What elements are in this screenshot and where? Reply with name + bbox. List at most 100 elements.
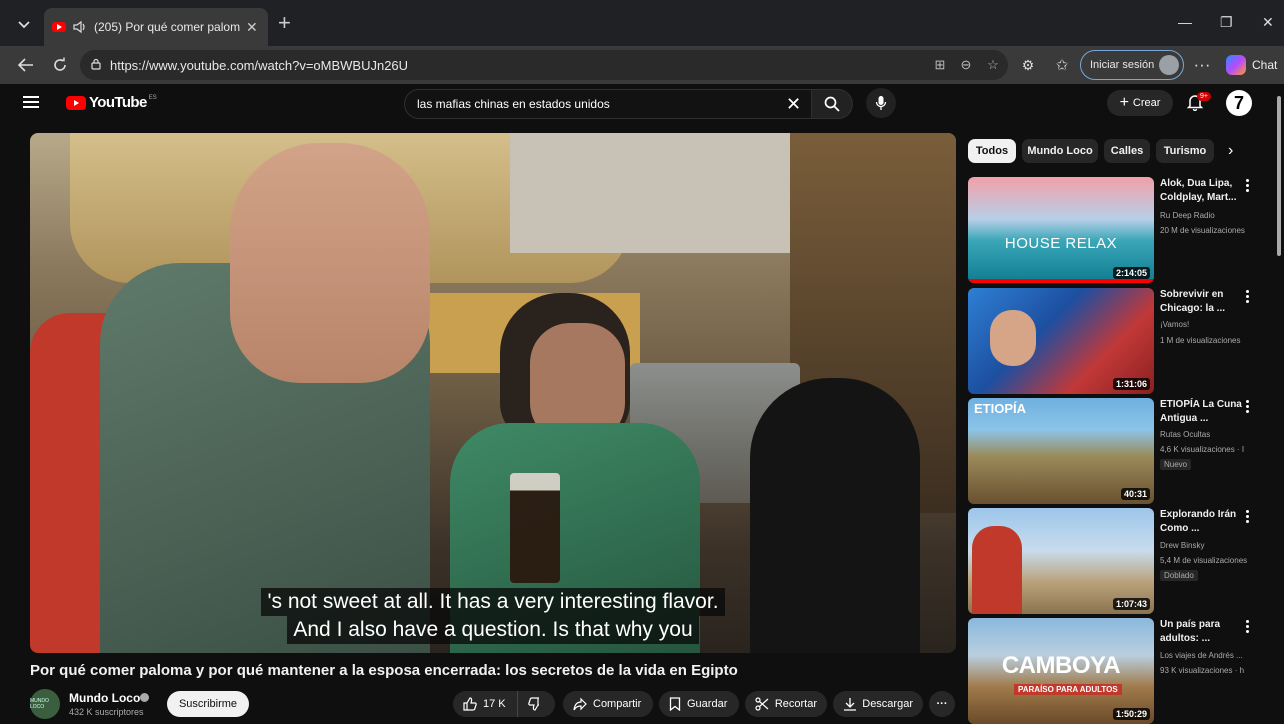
- video-duration: 1:50:29: [1112, 708, 1150, 720]
- menu-icon[interactable]: [23, 96, 39, 108]
- subscribe-button[interactable]: Suscribirme: [167, 691, 249, 717]
- scrollbar-thumb[interactable]: [1277, 96, 1281, 256]
- background-building: [510, 133, 810, 253]
- recommendation-views: 5,4 M de visualizaciones: [1160, 556, 1248, 565]
- scissors-icon: [755, 697, 769, 711]
- more-actions-button[interactable]: ···: [929, 691, 955, 717]
- man-head: [230, 143, 430, 383]
- recommendation-title[interactable]: Explorando Irán Como ...: [1160, 508, 1244, 536]
- youtube-logo[interactable]: YouTube ES: [66, 94, 157, 111]
- channel-name[interactable]: Mundo Loco: [69, 691, 140, 705]
- bookmark-icon: [669, 697, 681, 711]
- video-duration: 1:07:43: [1112, 598, 1150, 610]
- recommendation-channel[interactable]: Drew Binsky: [1160, 541, 1204, 550]
- logo-text: YouTube: [89, 94, 147, 111]
- like-button[interactable]: 17 K: [453, 691, 517, 717]
- recommendation-channel[interactable]: Ru Deep Radio: [1160, 211, 1215, 220]
- chip-calles[interactable]: Calles: [1104, 139, 1150, 163]
- more-vert-icon[interactable]: [1246, 510, 1250, 524]
- back-arrow-icon[interactable]: [16, 55, 36, 75]
- thumbnail-text: CAMBOYA: [1001, 652, 1121, 679]
- download-button[interactable]: Descargar: [833, 691, 923, 717]
- dislike-button[interactable]: [517, 691, 555, 717]
- recommendation-title[interactable]: Alok, Dua Lipa, Coldplay, Mart...: [1160, 177, 1244, 205]
- dubbed-badge: Doblado: [1160, 570, 1198, 581]
- window-close-icon[interactable]: ✕: [1262, 14, 1274, 31]
- copilot-chat-button[interactable]: Chat: [1226, 52, 1282, 78]
- recommendation-channel[interactable]: ¡Vamos!: [1160, 320, 1189, 329]
- new-tab-icon[interactable]: +: [278, 12, 291, 34]
- profile-avatar-icon: [1159, 55, 1179, 75]
- address-bar[interactable]: https://www.youtube.com/watch?v=oMBWBUJn…: [80, 50, 1008, 80]
- recommendation-channel[interactable]: Rutas Ocultas: [1160, 430, 1210, 439]
- video-thumbnail[interactable]: ETIOPÍA 40:31: [968, 398, 1154, 504]
- restore-icon[interactable]: ❐: [1220, 14, 1233, 31]
- video-thumbnail[interactable]: CAMBOYA PARAÍSO PARA ADULTOS 1:50:29: [968, 618, 1154, 724]
- share-label: Compartir: [593, 698, 642, 710]
- channel-avatar[interactable]: MUNDO LOCO: [30, 689, 60, 719]
- favorites-icon[interactable]: ✩: [1052, 55, 1072, 75]
- lock-icon[interactable]: [90, 58, 102, 70]
- video-thumbnail[interactable]: 1:07:43: [968, 508, 1154, 614]
- glass-of-drink: [510, 473, 560, 583]
- clip-label: Recortar: [774, 698, 817, 710]
- voice-search-button[interactable]: [866, 88, 896, 118]
- save-button[interactable]: Guardar: [659, 691, 739, 717]
- active-tab[interactable]: (205) Por qué comer paloma y ✕: [44, 8, 268, 46]
- clip-button[interactable]: Recortar: [745, 691, 827, 717]
- share-icon: [573, 697, 587, 711]
- extensions-icon[interactable]: ⚙: [1018, 55, 1038, 75]
- more-vert-icon[interactable]: [1246, 400, 1250, 414]
- share-button[interactable]: Compartir: [563, 691, 653, 717]
- chip-mundo-loco[interactable]: Mundo Loco: [1022, 139, 1098, 163]
- country-code: ES: [148, 94, 157, 101]
- zoom-icon[interactable]: ⊖: [958, 57, 974, 73]
- video-player[interactable]: 's not sweet at all. It has a very inter…: [30, 133, 956, 653]
- thumbs-down-icon: [528, 697, 539, 711]
- chevron-right-icon[interactable]: ›: [1228, 142, 1233, 160]
- favorite-star-icon[interactable]: ☆: [985, 57, 1001, 73]
- more-vert-icon[interactable]: [1246, 179, 1250, 193]
- recommendation-views: 20 M de visualizaciones: [1160, 226, 1245, 235]
- tab-close-icon[interactable]: ✕: [246, 19, 258, 36]
- speaker-icon[interactable]: [72, 20, 88, 34]
- recommendation-item[interactable]: HOUSE RELAX 2:14:05 Alok, Dua Lipa, Cold…: [968, 177, 1268, 283]
- recommendation-title[interactable]: Un país para adultos: ...: [1160, 618, 1244, 646]
- recommendation-item[interactable]: CAMBOYA PARAÍSO PARA ADULTOS 1:50:29 Un …: [968, 618, 1268, 724]
- create-label: Crear: [1132, 97, 1161, 109]
- video-thumbnail[interactable]: 1:31:06: [968, 288, 1154, 394]
- url-text[interactable]: https://www.youtube.com/watch?v=oMBWBUJn…: [110, 58, 408, 73]
- browser-tab-strip: (205) Por qué comer paloma y ✕ + — ❐ ✕: [0, 0, 1284, 46]
- captions: 's not sweet at all. It has a very inter…: [30, 588, 956, 644]
- account-avatar[interactable]: 7: [1226, 90, 1252, 116]
- recommendation-channel[interactable]: Los viajes de Andrés ...: [1160, 651, 1243, 660]
- search-button[interactable]: [811, 89, 853, 119]
- search-query[interactable]: las mafias chinas en estados unidos: [417, 97, 610, 111]
- create-button[interactable]: + Crear: [1107, 90, 1173, 116]
- reload-icon[interactable]: [50, 55, 70, 75]
- recommendation-title[interactable]: ETIOPÍA La Cuna Antigua ...: [1160, 398, 1244, 426]
- video-duration: 2:14:05: [1112, 267, 1150, 279]
- recommendation-item[interactable]: 1:07:43 Explorando Irán Como ... Drew Bi…: [968, 508, 1268, 614]
- recommendation-item[interactable]: 1:31:06 Sobrevivir en Chicago: la ... ¡V…: [968, 288, 1268, 394]
- chip-turismo[interactable]: Turismo: [1156, 139, 1214, 163]
- reader-view-icon[interactable]: ⊞: [932, 57, 948, 73]
- verified-badge-icon: [140, 693, 149, 702]
- thumbnail-person: [990, 310, 1036, 366]
- chip-todos[interactable]: Todos: [968, 139, 1016, 163]
- search-icon: [824, 96, 840, 112]
- tab-list-button[interactable]: [10, 12, 38, 38]
- search-input[interactable]: las mafias chinas en estados unidos: [404, 89, 812, 119]
- more-vert-icon[interactable]: [1246, 620, 1250, 634]
- clear-search-icon[interactable]: ✕: [786, 94, 801, 115]
- video-thumbnail[interactable]: HOUSE RELAX 2:14:05: [968, 177, 1154, 283]
- recommendation-title[interactable]: Sobrevivir en Chicago: la ...: [1160, 288, 1244, 316]
- minimize-icon[interactable]: —: [1178, 14, 1192, 30]
- video-duration: 1:31:06: [1112, 378, 1150, 390]
- signin-button[interactable]: Iniciar sesión: [1080, 50, 1184, 80]
- youtube-favicon-icon: [52, 22, 66, 32]
- more-vert-icon[interactable]: [1246, 290, 1250, 304]
- recommendation-item[interactable]: ETIOPÍA 40:31 ETIOPÍA La Cuna Antigua ..…: [968, 398, 1268, 504]
- caption-line-2: And I also have a question. Is that why …: [287, 616, 699, 644]
- more-options-icon[interactable]: ···: [1192, 55, 1212, 75]
